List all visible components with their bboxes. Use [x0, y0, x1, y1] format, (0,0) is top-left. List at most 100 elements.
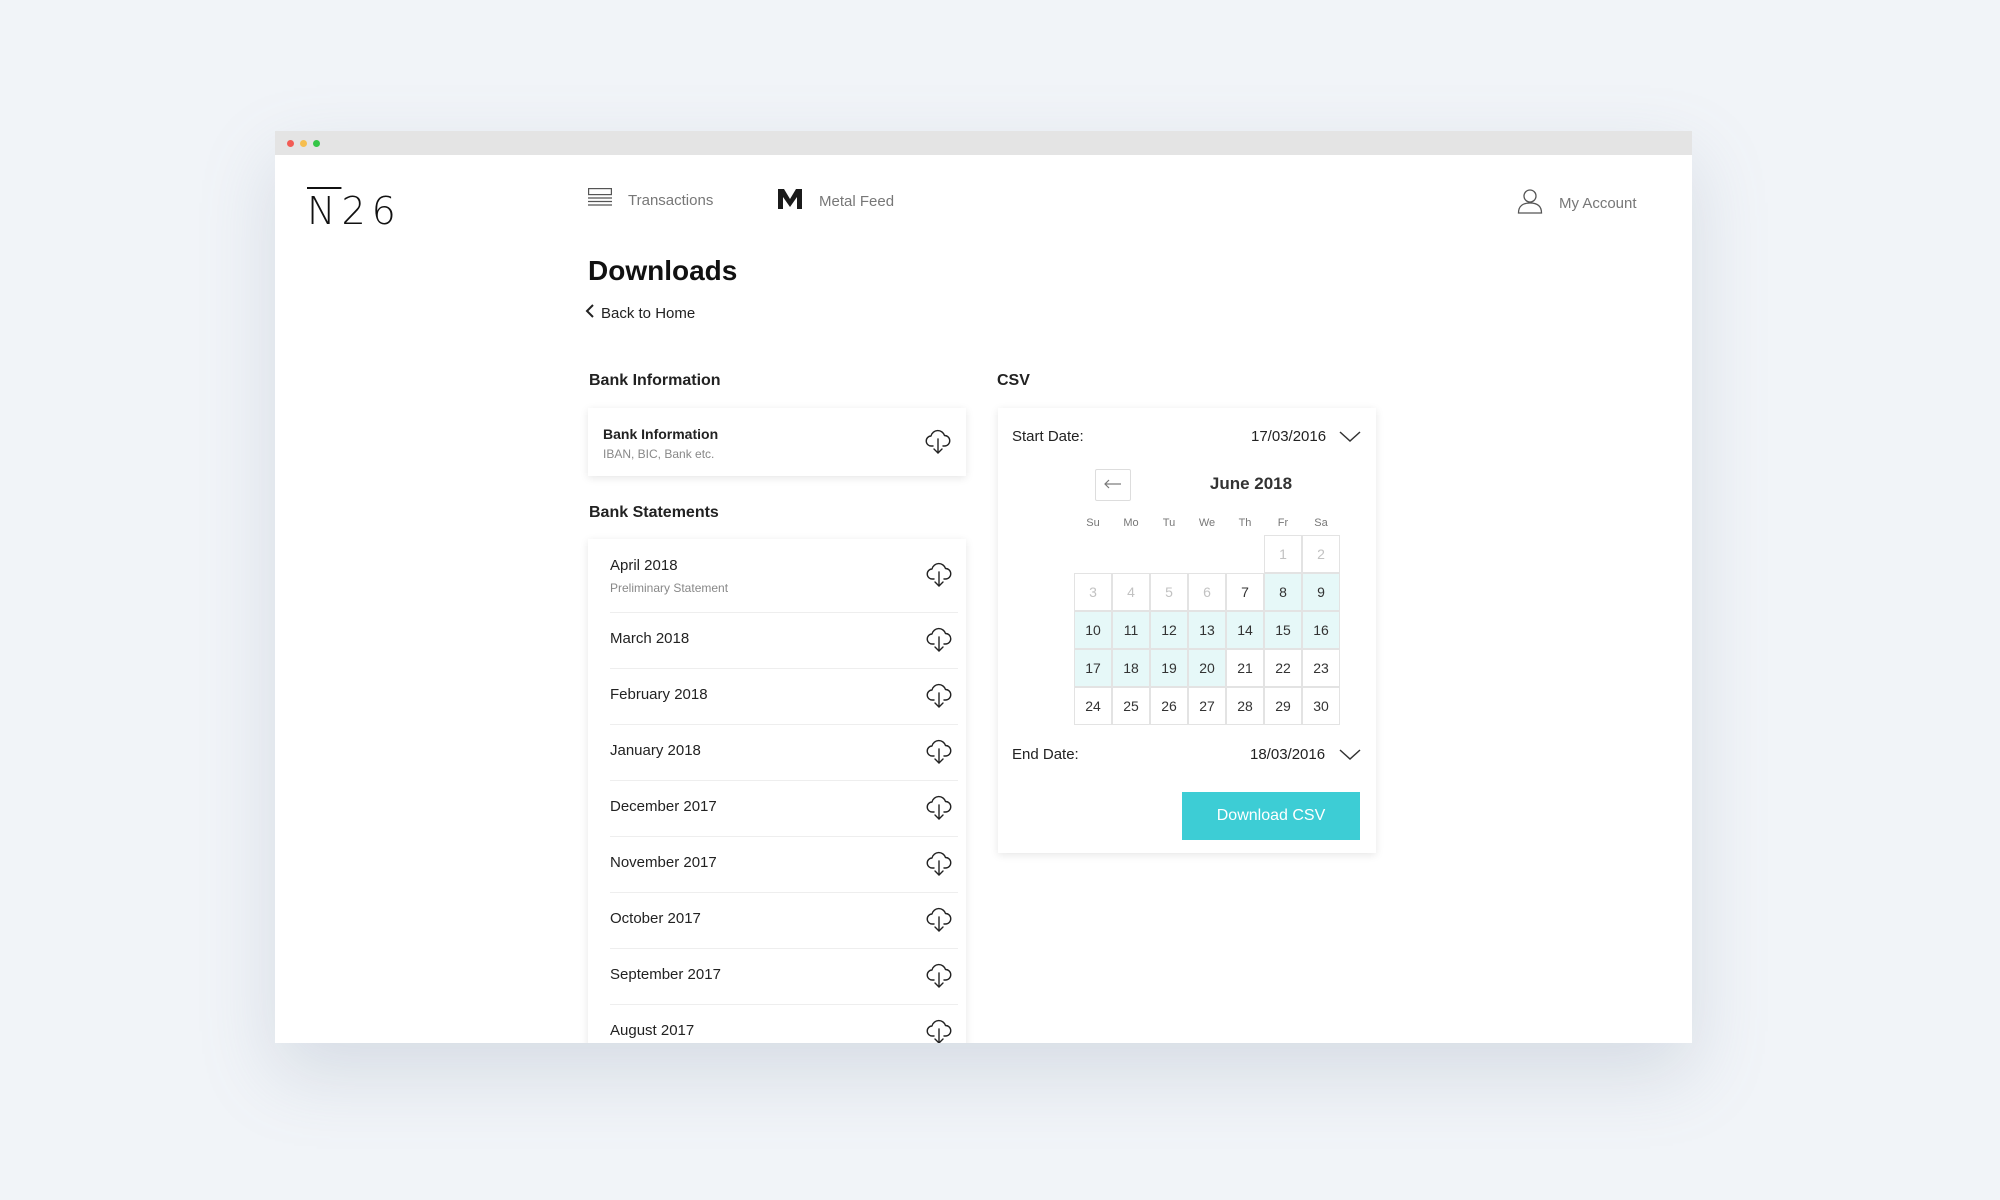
statement-row[interactable]: November 2017: [610, 836, 958, 893]
calendar-day[interactable]: 7: [1226, 573, 1264, 611]
bank-information-card-title: Bank Information: [603, 426, 719, 442]
statement-row[interactable]: March 2018: [610, 612, 958, 669]
calendar-day[interactable]: 14: [1226, 611, 1264, 649]
chevron-down-icon[interactable]: [1339, 748, 1361, 766]
bank-information-card[interactable]: Bank Information IBAN, BIC, Bank etc.: [588, 408, 966, 476]
bank-information-heading: Bank Information: [589, 372, 721, 389]
cloud-download-icon[interactable]: [926, 627, 952, 653]
statement-label: January 2018: [610, 742, 701, 759]
weekday-label: We: [1198, 517, 1216, 529]
calendar-day[interactable]: 24: [1074, 687, 1112, 725]
window-titlebar: [275, 131, 1692, 155]
calendar-day[interactable]: 25: [1112, 687, 1150, 725]
bank-statements-list: April 2018 Preliminary Statement March 2…: [588, 539, 966, 1043]
weekday-label: Tu: [1162, 517, 1176, 529]
bank-statements-heading: Bank Statements: [589, 504, 719, 521]
chevron-down-icon[interactable]: [1339, 430, 1361, 448]
nav-my-account[interactable]: My Account: [1517, 188, 1637, 218]
statement-row[interactable]: August 2017: [610, 1004, 958, 1043]
statement-row[interactable]: April 2018 Preliminary Statement: [610, 539, 958, 613]
weekday-label: Fr: [1277, 517, 1289, 529]
bank-information-card-subtitle: IBAN, BIC, Bank etc.: [603, 447, 715, 461]
cloud-download-icon[interactable]: [926, 795, 952, 821]
minimize-window-dot[interactable]: [300, 140, 307, 147]
calendar-day[interactable]: 9: [1302, 573, 1340, 611]
cloud-download-icon[interactable]: [926, 562, 952, 588]
statement-row[interactable]: October 2017: [610, 892, 958, 949]
cloud-download-icon[interactable]: [925, 429, 951, 455]
cloud-download-icon[interactable]: [926, 1019, 952, 1043]
statement-label: August 2017: [610, 1022, 695, 1039]
nav-metal-feed-label: Metal Feed: [819, 192, 895, 210]
calendar-day[interactable]: 22: [1264, 649, 1302, 687]
statement-label: March 2018: [610, 630, 690, 647]
calendar-day[interactable]: 10: [1074, 611, 1112, 649]
cloud-download-icon[interactable]: [926, 851, 952, 877]
calendar-day: 4: [1112, 573, 1150, 611]
calendar-prev-month-button[interactable]: [1095, 469, 1131, 501]
cloud-download-icon[interactable]: [926, 683, 952, 709]
calendar-day: 6: [1188, 573, 1226, 611]
calendar-day[interactable]: 30: [1302, 687, 1340, 725]
calendar-day[interactable]: 26: [1150, 687, 1188, 725]
logo-number: 26: [341, 189, 402, 233]
calendar-day[interactable]: 23: [1302, 649, 1340, 687]
weekday-label: Mo: [1123, 517, 1139, 529]
download-csv-button[interactable]: Download CSV: [1182, 792, 1360, 840]
calendar-day[interactable]: 21: [1226, 649, 1264, 687]
cloud-download-icon[interactable]: [926, 907, 952, 933]
user-icon: [1517, 188, 1543, 218]
statement-row[interactable]: September 2017: [610, 948, 958, 1005]
csv-heading: CSV: [997, 372, 1030, 389]
metal-m-icon: [777, 188, 803, 214]
calendar-day[interactable]: 18: [1112, 649, 1150, 687]
calendar-day[interactable]: 15: [1264, 611, 1302, 649]
back-to-home-label: Back to Home: [601, 304, 696, 322]
statement-label: November 2017: [610, 854, 717, 871]
calendar-month-title: June 2018: [1209, 474, 1293, 493]
close-window-dot[interactable]: [287, 140, 294, 147]
calendar-day: 3: [1074, 573, 1112, 611]
calendar-day[interactable]: 20: [1188, 649, 1226, 687]
nav-transactions-label: Transactions: [628, 191, 714, 209]
start-date-value[interactable]: 17/03/2016: [1251, 428, 1326, 445]
browser-window: N26 Transactions Metal Feed My Account D…: [275, 131, 1692, 1043]
end-date-label: End Date:: [1012, 746, 1079, 763]
statement-row[interactable]: February 2018: [610, 668, 958, 725]
statement-sublabel: Preliminary Statement: [610, 581, 729, 595]
chevron-left-icon: [585, 304, 595, 322]
calendar-day[interactable]: 16: [1302, 611, 1340, 649]
calendar-day: 1: [1264, 535, 1302, 573]
weekday-label: Sa: [1314, 517, 1328, 529]
weekday-label: Th: [1238, 517, 1252, 529]
statement-label: December 2017: [610, 798, 717, 815]
calendar-day[interactable]: 17: [1074, 649, 1112, 687]
logo-letter-n: N: [307, 189, 342, 233]
statement-label: October 2017: [610, 910, 701, 927]
calendar-day[interactable]: 11: [1112, 611, 1150, 649]
nav-metal-feed[interactable]: Metal Feed: [777, 188, 894, 214]
weekday-label: Su: [1086, 517, 1100, 529]
nav-transactions[interactable]: Transactions: [588, 188, 713, 212]
cloud-download-icon[interactable]: [926, 739, 952, 765]
calendar-day[interactable]: 8: [1264, 573, 1302, 611]
n26-logo[interactable]: N26: [307, 189, 402, 233]
start-date-label: Start Date:: [1012, 428, 1084, 445]
statement-row[interactable]: December 2017: [610, 780, 958, 837]
statement-label: February 2018: [610, 686, 708, 703]
arrow-left-icon: [1104, 476, 1122, 494]
nav-my-account-label: My Account: [1559, 194, 1637, 212]
calendar-day[interactable]: 29: [1264, 687, 1302, 725]
calendar-day[interactable]: 12: [1150, 611, 1188, 649]
end-date-value[interactable]: 18/03/2016: [1250, 746, 1325, 763]
back-to-home-link[interactable]: Back to Home: [585, 304, 695, 322]
statement-row[interactable]: January 2018: [610, 724, 958, 781]
statement-label: April 2018: [610, 557, 678, 574]
calendar-day[interactable]: 13: [1188, 611, 1226, 649]
maximize-window-dot[interactable]: [313, 140, 320, 147]
csv-card: Start Date: 17/03/2016 June 2018 Su Mo Tu W…: [998, 408, 1376, 853]
calendar-day[interactable]: 19: [1150, 649, 1188, 687]
cloud-download-icon[interactable]: [926, 963, 952, 989]
calendar-day[interactable]: 28: [1226, 687, 1264, 725]
calendar-day[interactable]: 27: [1188, 687, 1226, 725]
